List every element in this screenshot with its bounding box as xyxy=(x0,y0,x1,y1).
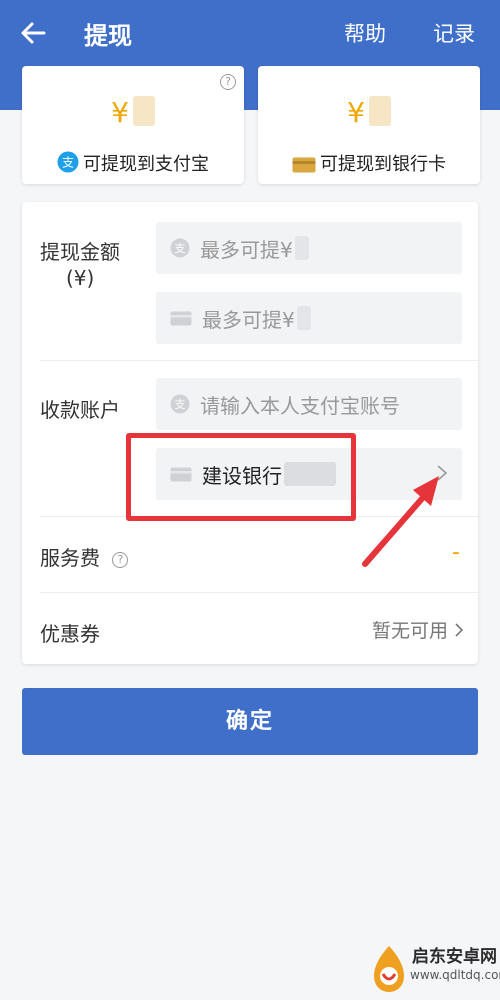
alipay-account-input[interactable]: 支 请输入本人支付宝账号 xyxy=(156,378,462,430)
watermark-url: www.qdltdq.com xyxy=(410,968,500,982)
records-link[interactable]: 记录 xyxy=(433,18,475,48)
method-card-bank[interactable]: ¥ 可提现到银行卡 xyxy=(258,66,480,184)
alipay-icon: 支 xyxy=(57,151,79,173)
divider xyxy=(40,360,478,361)
confirm-button[interactable]: 确定 xyxy=(22,688,478,755)
method-card-alipay[interactable]: ? ¥ 支 可提现到支付宝 xyxy=(22,66,244,184)
masked-amount xyxy=(132,96,155,126)
bank-card-icon xyxy=(292,157,316,173)
coupon-label: 优惠券 xyxy=(40,622,100,646)
svg-text:支: 支 xyxy=(175,398,186,411)
masked-amount xyxy=(296,306,311,330)
annotation-arrow-icon xyxy=(362,476,439,567)
method-label-bank: 可提现到银行卡 xyxy=(258,150,480,176)
alipay-balance: ¥ xyxy=(22,96,244,129)
svg-text:支: 支 xyxy=(62,156,74,170)
bank-amount-input[interactable]: 最多可提¥ xyxy=(156,292,462,344)
top-bar: 提现 帮助 记录 xyxy=(0,0,500,64)
amount-unit: (¥) xyxy=(66,266,95,290)
svg-text:支: 支 xyxy=(175,242,186,255)
alipay-icon: 支 xyxy=(170,238,190,258)
method-label-alipay: 支 可提现到支付宝 xyxy=(22,150,244,176)
chevron-right-icon xyxy=(455,623,464,637)
bank-card-icon xyxy=(170,311,192,325)
coupon-selector[interactable]: 暂无可用 xyxy=(372,616,464,643)
masked-amount xyxy=(368,96,391,126)
divider xyxy=(40,592,478,593)
help-question-icon[interactable]: ? xyxy=(220,74,236,90)
watermark-brand: 启东安卓网 xyxy=(412,947,497,967)
fee-value: - xyxy=(452,540,460,565)
alipay-icon: 支 xyxy=(170,394,190,414)
alipay-amount-input[interactable]: 支 最多可提¥ xyxy=(156,222,462,274)
amount-label: 提现金额 xyxy=(40,240,120,264)
fee-label: 服务费 ? xyxy=(40,542,129,571)
watermark: 启东安卓网 www.qdltdq.com xyxy=(370,940,500,998)
page-title: 提现 xyxy=(84,22,132,50)
watermark-logo-icon xyxy=(374,946,404,992)
masked-amount xyxy=(294,236,309,260)
account-label: 收款账户 xyxy=(40,398,120,422)
bank-balance: ¥ xyxy=(258,96,480,129)
highlight-box xyxy=(126,433,356,521)
fee-help-icon[interactable]: ? xyxy=(112,552,129,568)
help-link[interactable]: 帮助 xyxy=(344,18,386,48)
back-arrow-icon[interactable] xyxy=(18,18,48,48)
